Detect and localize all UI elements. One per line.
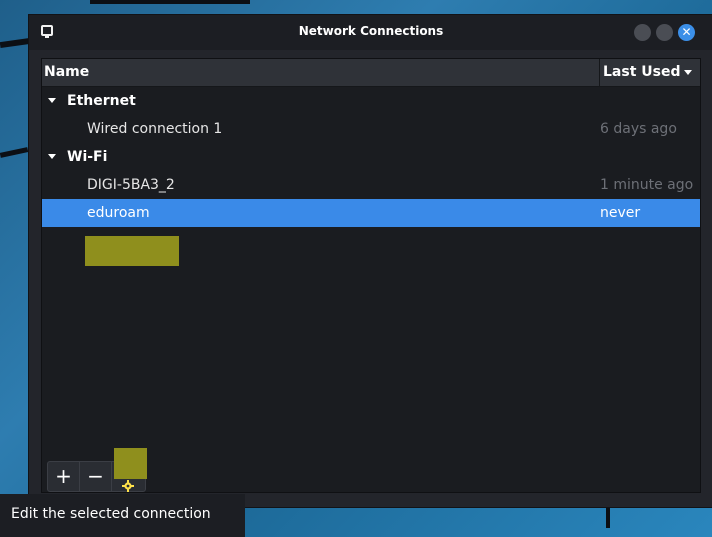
- expander-down-icon[interactable]: [48, 154, 56, 159]
- remove-connection-button[interactable]: −: [80, 462, 112, 491]
- expander-down-icon[interactable]: [48, 98, 56, 103]
- group-row-wifi[interactable]: Wi-Fi: [42, 143, 700, 171]
- desktop-stroke: [90, 0, 250, 4]
- group-label: Wi-Fi: [67, 149, 108, 165]
- connections-list[interactable]: Name Last Used Ethernet Wired connection…: [41, 58, 701, 493]
- connection-name: eduroam: [87, 205, 150, 221]
- window-title: Network Connections: [298, 24, 444, 38]
- title-bar[interactable]: Network Connections ✕: [29, 15, 712, 50]
- group-row-ethernet[interactable]: Ethernet: [42, 87, 700, 115]
- connection-row-selected[interactable]: eduroam never: [42, 199, 700, 227]
- close-button[interactable]: ✕: [678, 24, 695, 41]
- edit-connection-button[interactable]: [112, 448, 147, 492]
- tooltip: Edit the selected connection: [0, 494, 245, 537]
- connection-row[interactable]: Wired connection 1 6 days ago: [42, 115, 700, 143]
- column-header-last-used[interactable]: Last Used: [599, 59, 701, 86]
- connection-name: DIGI-5BA3_2: [87, 177, 175, 193]
- maximize-button[interactable]: [656, 24, 673, 41]
- column-header-last-used-label: Last Used: [603, 64, 681, 80]
- add-connection-button[interactable]: +: [48, 462, 80, 491]
- gear-icon: [122, 471, 134, 492]
- tooltip-text: Edit the selected connection: [11, 506, 211, 522]
- desktop-stroke: [606, 506, 610, 528]
- connection-last-used: 6 days ago: [600, 121, 677, 137]
- column-header-name-label: Name: [44, 64, 90, 80]
- highlight-overlay: [85, 236, 179, 266]
- connection-toolbar: + −: [47, 448, 147, 492]
- sort-down-icon: [684, 70, 692, 75]
- connection-name: Wired connection 1: [87, 121, 223, 137]
- minimize-button[interactable]: [634, 24, 651, 41]
- list-header: Name Last Used: [42, 59, 700, 87]
- column-header-name[interactable]: Name: [42, 59, 599, 86]
- group-label: Ethernet: [67, 93, 136, 109]
- connection-last-used: 1 minute ago: [600, 177, 694, 193]
- connection-last-used: never: [600, 205, 641, 221]
- connection-row[interactable]: DIGI-5BA3_2 1 minute ago: [42, 171, 700, 199]
- network-connections-window: Network Connections ✕ Name Last Used Eth…: [28, 14, 712, 508]
